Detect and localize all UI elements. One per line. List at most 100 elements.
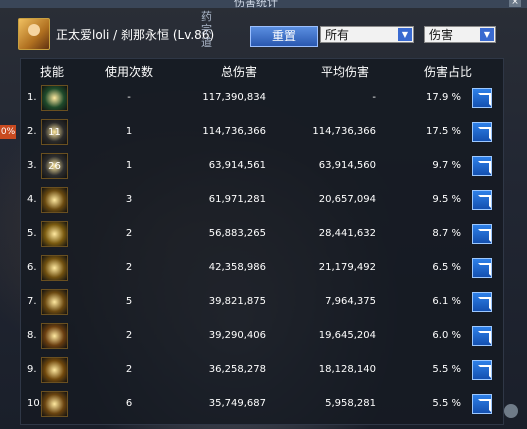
col-total: 总伤害 [220, 65, 257, 79]
export-icon[interactable] [472, 88, 492, 108]
skill-icon-label [42, 256, 67, 280]
row-total: 42,358,986 [208, 262, 266, 273]
row-avg: 5,958,281 [325, 398, 376, 409]
row-total: 39,821,875 [208, 296, 266, 307]
table-row: 8. 2 39,290,406 19,645,204 6.0 % [21, 321, 503, 352]
skill-icon-label [42, 290, 67, 314]
chevron-down-icon[interactable]: ▼ [480, 28, 494, 41]
skill-icon-label: 11 [48, 127, 61, 138]
row-rank: 7. [27, 296, 37, 307]
table-header: 技能 使用次数 总伤害 平均伤害 伤害占比 [21, 59, 503, 83]
export-icon[interactable] [472, 122, 492, 142]
close-icon[interactable]: × [509, 0, 521, 7]
row-total: 56,883,265 [208, 228, 266, 239]
row-total: 61,971,281 [208, 194, 266, 205]
skill-icon-label [42, 358, 67, 382]
skill-icon [41, 323, 68, 349]
row-uses: 6 [125, 398, 133, 409]
row-total: 39,290,406 [208, 330, 266, 341]
filter-select[interactable]: 所有 ▼ [320, 26, 414, 43]
row-avg: 19,645,204 [318, 330, 376, 341]
row-rank: 5. [27, 228, 37, 239]
reset-button[interactable]: 重置 [250, 26, 318, 47]
skill-icon: 26 [41, 153, 68, 179]
row-pct: 17.5 % [426, 126, 461, 137]
table-row: 7. 5 39,821,875 7,964,375 6.1 % [21, 287, 503, 318]
skill-icon-label [42, 222, 67, 246]
export-icon[interactable] [472, 326, 492, 346]
row-uses: 3 [125, 194, 133, 205]
skill-icon-label [42, 86, 67, 110]
window-title: 伤害统计 [234, 0, 278, 9]
row-pct: 17.9 % [426, 92, 461, 103]
filter-select-value: 所有 [325, 28, 350, 42]
export-icon[interactable] [472, 394, 492, 414]
row-rank: 6. [27, 262, 37, 273]
row-pct: 8.7 % [432, 228, 461, 239]
table-row: 1. - 117,390,834 - 17.9 % [21, 83, 503, 114]
table-row: 4. 3 61,971,281 20,657,094 9.5 % [21, 185, 503, 216]
row-rank: 9. [27, 364, 37, 375]
damage-table: 技能 使用次数 总伤害 平均伤害 伤害占比 1. -117,390,834-17.… [20, 58, 504, 425]
chevron-down-icon[interactable]: ▼ [398, 28, 412, 41]
row-avg: 28,441,632 [318, 228, 376, 239]
export-icon[interactable] [472, 360, 492, 380]
left-badge: 0% [0, 125, 16, 139]
skill-icon-label: 26 [48, 161, 61, 172]
skill-icon: 11 [41, 119, 68, 145]
row-uses: 1 [125, 126, 133, 137]
row-total: 114,736,366 [202, 126, 266, 137]
row-avg: 21,179,492 [318, 262, 376, 273]
row-uses: 5 [125, 296, 133, 307]
row-total: 63,914,561 [208, 160, 266, 171]
row-uses: 1 [125, 160, 133, 171]
row-rank: 3. [27, 160, 37, 171]
row-uses: 2 [125, 262, 133, 273]
row-avg: 63,914,560 [318, 160, 376, 171]
row-rank: 8. [27, 330, 37, 341]
side-text: 药宗道 [201, 10, 212, 49]
export-icon[interactable] [472, 224, 492, 244]
window-titlebar: 伤害统计 × [0, 0, 527, 9]
row-total: 35,749,687 [208, 398, 266, 409]
type-select-value: 伤害 [429, 28, 454, 42]
export-icon[interactable] [472, 190, 492, 210]
row-avg: 114,736,366 [312, 126, 376, 137]
col-avg: 平均伤害 [320, 65, 369, 79]
col-uses: 使用次数 [104, 65, 153, 79]
row-pct: 6.5 % [432, 262, 461, 273]
skill-icon [41, 85, 68, 111]
row-uses: 2 [125, 364, 133, 375]
type-select[interactable]: 伤害 ▼ [424, 26, 496, 43]
row-avg: 20,657,094 [318, 194, 376, 205]
col-pct: 伤害占比 [423, 65, 472, 79]
row-pct: 9.5 % [432, 194, 461, 205]
row-pct: 5.5 % [432, 398, 461, 409]
skill-icon [41, 221, 68, 247]
row-uses: 2 [125, 330, 133, 341]
scroll-knob[interactable] [504, 404, 518, 418]
row-pct: 6.0 % [432, 330, 461, 341]
skill-icon [41, 357, 68, 383]
avatar [18, 18, 50, 50]
skill-icon [41, 187, 68, 213]
export-icon[interactable] [472, 258, 492, 278]
col-skill: 技能 [39, 65, 64, 79]
row-avg: 18,128,140 [318, 364, 376, 375]
export-icon[interactable] [472, 292, 492, 312]
table-row: 9. 2 36,258,278 18,128,140 5.5 % [21, 355, 503, 386]
skill-icon-label [42, 324, 67, 348]
row-avg: 7,964,375 [325, 296, 376, 307]
row-pct: 6.1 % [432, 296, 461, 307]
row-uses: 2 [125, 228, 133, 239]
export-icon[interactable] [472, 156, 492, 176]
table-row: 6. 2 42,358,986 21,179,492 6.5 % [21, 253, 503, 284]
row-pct: 5.5 % [432, 364, 461, 375]
skill-icon [41, 289, 68, 315]
skill-icon-label [42, 392, 67, 416]
skill-icon [41, 391, 68, 417]
row-total: 117,390,834 [202, 92, 266, 103]
row-avg: - [372, 92, 376, 103]
table-row: 2. 11 1 114,736,366 114,736,366 17.5 % [21, 117, 503, 148]
table-row: 10. 6 35,749,687 5,958,281 5.5 % [21, 389, 503, 420]
